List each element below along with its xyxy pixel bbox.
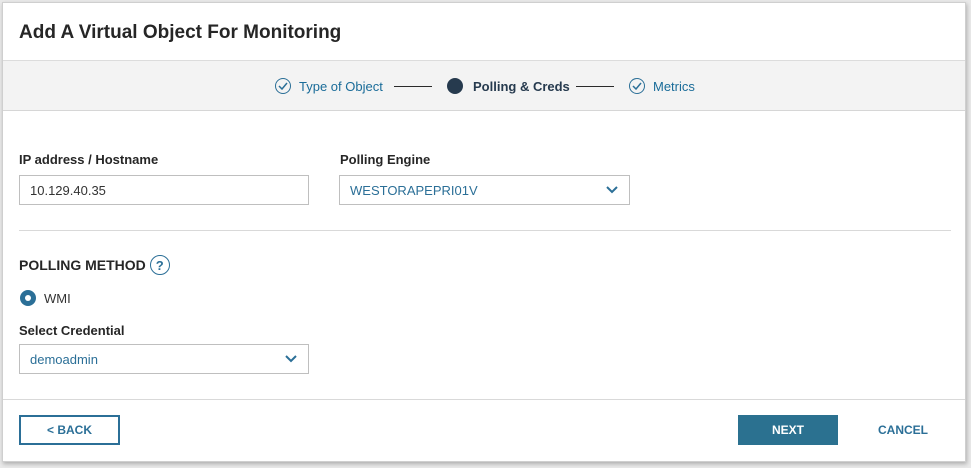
current-step-dot-icon — [447, 78, 463, 94]
back-button[interactable]: < BACK — [19, 415, 120, 445]
dialog-title: Add A Virtual Object For Monitoring — [19, 22, 342, 43]
step-polling-creds: Polling & Creds — [447, 61, 570, 111]
dialog-header: Add A Virtual Object For Monitoring — [3, 3, 965, 61]
step-connector — [576, 86, 614, 87]
step-label: Type of Object — [299, 78, 383, 94]
polling-engine-select[interactable]: WESTORAPEPRI01V — [339, 175, 630, 205]
polling-method-title: POLLING METHOD — [19, 257, 146, 273]
footer-divider — [3, 399, 965, 400]
polling-method-heading: POLLING METHOD ? — [19, 255, 170, 275]
credential-label: Select Credential — [19, 323, 125, 338]
credential-select[interactable]: demoadmin — [19, 344, 309, 374]
step-label: Polling & Creds — [473, 78, 570, 94]
ip-address-input[interactable] — [19, 175, 309, 205]
cancel-button[interactable]: CANCEL — [863, 415, 943, 445]
ip-address-label: IP address / Hostname — [19, 152, 159, 167]
step-label: Metrics — [653, 78, 695, 94]
section-divider — [19, 230, 951, 231]
check-circle-icon — [275, 78, 291, 94]
radio-wmi-label: WMI — [44, 290, 71, 306]
chevron-down-icon — [606, 186, 618, 194]
next-button[interactable]: NEXT — [738, 415, 838, 445]
add-virtual-object-dialog: Add A Virtual Object For Monitoring Type… — [2, 2, 966, 462]
polling-engine-label: Polling Engine — [340, 152, 431, 167]
credential-value: demoadmin — [30, 351, 98, 367]
chevron-down-icon — [285, 355, 297, 363]
wizard-progress: Type of Object Polling & Creds Metrics — [3, 61, 965, 111]
help-icon[interactable]: ? — [149, 255, 170, 275]
step-type-of-object[interactable]: Type of Object — [275, 61, 383, 111]
polling-engine-value: WESTORAPEPRI01V — [350, 182, 478, 198]
radio-selected-icon — [20, 290, 36, 306]
step-metrics[interactable]: Metrics — [629, 61, 695, 111]
check-circle-icon — [629, 78, 645, 94]
step-connector — [394, 86, 432, 87]
radio-wmi[interactable]: WMI — [20, 290, 71, 306]
